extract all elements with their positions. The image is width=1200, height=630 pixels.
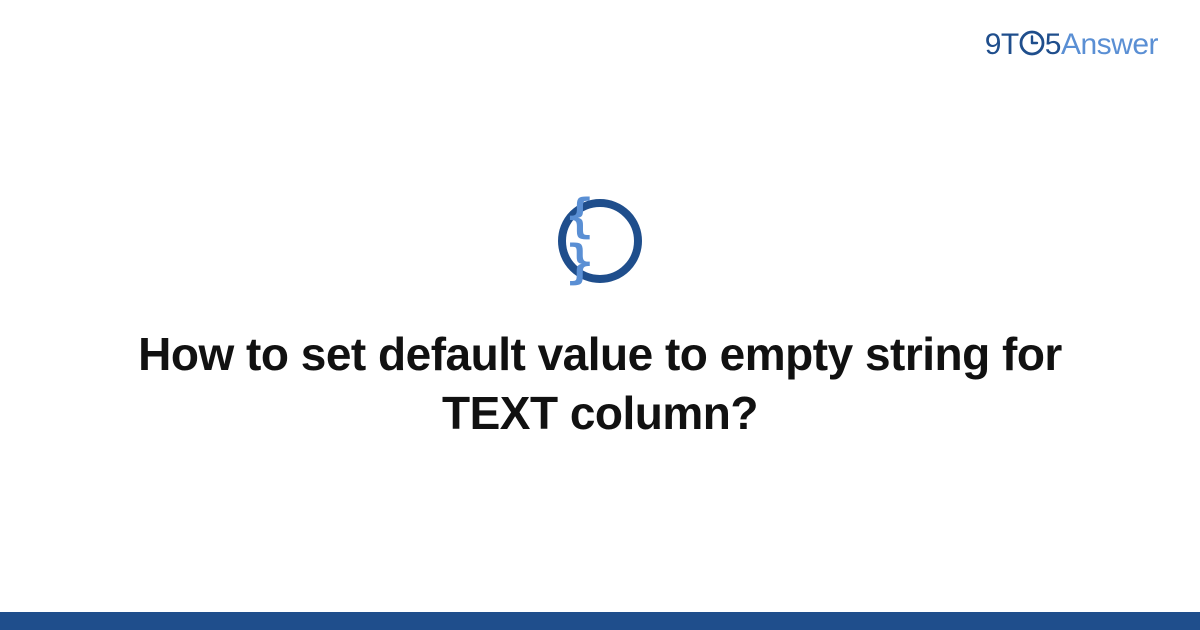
question-title: How to set default value to empty string… <box>120 325 1080 443</box>
main-content: { } How to set default value to empty st… <box>0 0 1200 612</box>
braces-glyph: { } <box>566 193 634 285</box>
code-braces-icon: { } <box>558 199 642 283</box>
footer-bar <box>0 612 1200 630</box>
